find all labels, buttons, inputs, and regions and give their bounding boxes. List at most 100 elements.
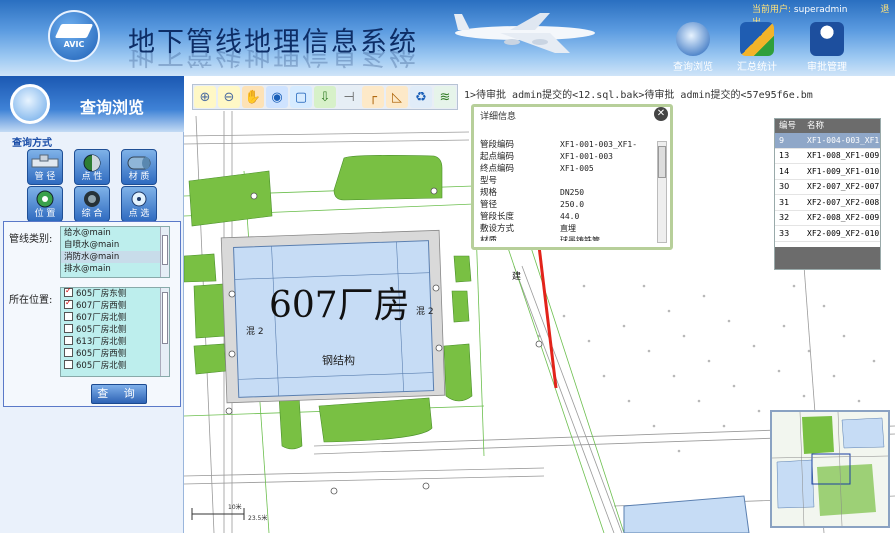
checkbox[interactable] — [64, 324, 73, 333]
pipe-tool-icon[interactable]: ⊣ — [338, 86, 360, 108]
list-item[interactable]: 605厂房北侧 — [61, 324, 169, 336]
nav-approval-manage[interactable]: 审批管理 — [796, 22, 858, 73]
list-item[interactable]: 给水@main — [61, 227, 169, 239]
left-panel-header: 查询浏览 — [0, 76, 184, 132]
pan-hand-icon[interactable]: ✋ — [242, 86, 264, 108]
table-row[interactable]: 30 XF2-007_XF2-007-00 — [775, 180, 880, 195]
button-label: 位 置 — [34, 209, 56, 219]
cell-name: XF2-007_XF2-008 — [807, 197, 880, 207]
airplane-image — [454, 13, 595, 53]
exit-arrow-icon[interactable]: ⇩ — [314, 86, 336, 108]
measure-area-icon[interactable]: ◺ — [386, 86, 408, 108]
scrollbar[interactable] — [657, 141, 667, 243]
query-by-material-button[interactable]: 材 质 — [120, 149, 158, 185]
list-item[interactable]: 605厂房北侧 — [61, 360, 169, 372]
query-by-diameter-button[interactable]: 管 径 — [26, 149, 64, 185]
pipe-type-list[interactable]: 给水@main 自喷水@main 消防水@main 排水@main — [60, 226, 170, 278]
table-row[interactable]: 14 XF1-009_XF1-010 — [775, 164, 880, 180]
table-row[interactable]: 9 XF1-004-003_XF1-00 — [775, 133, 880, 149]
measure-distance-icon[interactable]: ┌ — [362, 86, 384, 108]
nav-query-browse[interactable]: 查询浏览 — [662, 22, 724, 73]
list-item[interactable]: 605厂房西侧 — [61, 348, 169, 360]
table-row[interactable]: 33 XF2-009_XF2-010 — [775, 226, 880, 242]
building-label: 607厂房 — [269, 285, 410, 326]
table-row[interactable]: 13 XF1-008_XF1-009 — [775, 149, 880, 164]
popup-title: 详细信息 — [480, 112, 517, 122]
cell-name: XF1-008_XF1-009 — [807, 151, 880, 161]
layers-icon[interactable]: ≋ — [434, 86, 456, 108]
query-by-point-property-button[interactable]: 点 性 — [73, 149, 111, 185]
detail-value: XF1-001-003 — [560, 152, 613, 161]
fit-window-icon[interactable]: ▢ — [290, 86, 312, 108]
globe-full-extent-icon[interactable]: ◉ — [266, 86, 288, 108]
table-header: 编号 名称 — [775, 119, 880, 133]
current-user-label: 当前用户: — [752, 5, 792, 15]
button-label: 综 合 — [81, 209, 103, 219]
statistics-icon — [740, 22, 774, 56]
location-name: 613厂房北侧 — [76, 337, 127, 347]
close-icon[interactable]: ✕ — [654, 107, 668, 121]
point-property-icon: 点 性 — [74, 149, 110, 185]
list-item[interactable]: 605厂房东侧 — [61, 288, 169, 300]
building-structure-label: 钢结构 — [322, 354, 355, 367]
detail-key: 管段长度 — [480, 212, 515, 222]
checkbox[interactable] — [64, 348, 73, 357]
scrollbar[interactable] — [160, 288, 169, 376]
list-item[interactable]: 自喷水@main — [61, 239, 169, 251]
scrollbar[interactable] — [160, 227, 169, 277]
overview-minimap[interactable] — [770, 410, 890, 528]
nav-label: 汇总统计 — [737, 62, 777, 73]
detail-value: 44.0 — [560, 212, 580, 221]
cell-id: 14 — [779, 166, 790, 176]
building-side-left-label: 混 2 — [246, 327, 264, 337]
list-item[interactable]: 排水@main — [61, 263, 169, 275]
query-composite-button[interactable]: 综 合 — [73, 186, 111, 222]
map-toolbar: ⊕ ⊖ ✋ ◉ ▢ ⇩ ⊣ ┌ ◺ ♻ ≋ — [192, 84, 458, 110]
app-header: AVIC 地下管线地理信息系统 地下管线地理信息系统 当前用户: superad… — [0, 0, 895, 76]
cell-id: 32 — [779, 213, 790, 223]
detail-key: 敷设方式 — [480, 224, 515, 234]
list-item[interactable]: 607厂房北侧 — [61, 312, 169, 324]
logo-text: AVIC — [63, 40, 85, 49]
list-item[interactable]: 消防水@main — [61, 251, 169, 263]
popup-body: 管段编码 XF1-001-003_XF1- 起点编码 XF1-001-003 终点编… — [480, 139, 656, 241]
detail-key: 起点编码 — [480, 152, 515, 162]
map-view[interactable]: 607厂房 钢结构 混 2 混 2 建 1>待审批 admin提交的<12.sq… — [184, 76, 895, 533]
query-by-location-button[interactable]: 位 置 — [26, 186, 64, 222]
zoom-out-icon[interactable]: ⊖ — [218, 86, 240, 108]
point-select-icon: 点 选 — [121, 186, 157, 222]
left-panel-title: 查询浏览 — [80, 98, 145, 117]
query-submit-button[interactable]: 查 询 — [91, 384, 147, 404]
table-row[interactable]: 32 XF2-008_XF2-009 — [775, 211, 880, 226]
cell-id: 33 — [779, 228, 790, 238]
globe-search-icon — [676, 22, 710, 56]
query-point-select-button[interactable]: 点 选 — [120, 186, 158, 222]
list-item[interactable]: 613厂房北侧 — [61, 336, 169, 348]
checkbox[interactable] — [64, 336, 73, 345]
location-icon: 位 置 — [27, 186, 63, 222]
left-panel: 查询浏览 查询方式 管 径 点 性 材 质 位 置 综 合 点 选 管线类别: … — [0, 76, 184, 533]
clear-trash-icon[interactable]: ♻ — [410, 86, 432, 108]
cell-id: 30 — [779, 182, 790, 192]
detail-key: 规格 — [480, 188, 498, 198]
checkbox[interactable] — [64, 288, 73, 297]
scale-bottom-label: 23.5米 — [248, 515, 268, 522]
pipe-type-label: 管线类别: — [9, 234, 53, 245]
detail-row: 型号 — [480, 175, 656, 187]
result-table: 编号 名称 9 XF1-004-003_XF1-00 13 XF1-008_XF1-… — [774, 118, 881, 270]
list-item[interactable]: 607厂房西侧 — [61, 297, 169, 312]
location-name: 607厂房北侧 — [76, 313, 127, 323]
cell-id: 9 — [779, 135, 785, 145]
checkbox[interactable] — [64, 360, 73, 369]
checkbox[interactable] — [64, 312, 73, 321]
detail-row: 管段长度 44.0 — [480, 211, 656, 223]
zoom-in-icon[interactable]: ⊕ — [194, 86, 216, 108]
cell-id: 13 — [779, 151, 790, 161]
nav-summary-stats[interactable]: 汇总统计 — [726, 22, 788, 73]
table-row[interactable]: 31 XF2-007_XF2-008 — [775, 195, 880, 211]
location-list[interactable]: 605厂房东侧 607厂房西侧 607厂房北侧 605厂房北侧 613厂房北侧 … — [60, 287, 170, 377]
nav-label: 查询浏览 — [673, 62, 713, 73]
table-footer — [775, 247, 880, 269]
checkbox[interactable] — [64, 297, 73, 309]
detail-key: 管段编码 — [480, 140, 515, 150]
